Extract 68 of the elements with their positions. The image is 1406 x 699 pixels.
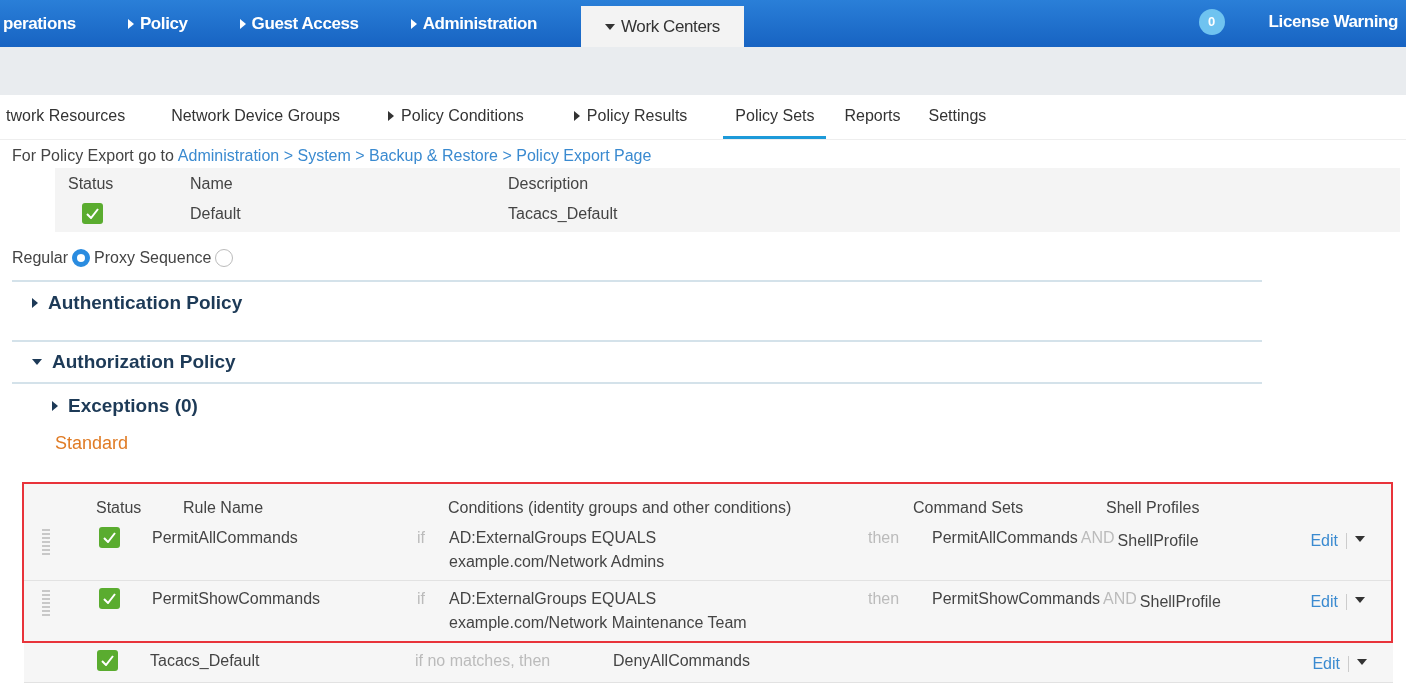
if-label: if [417, 589, 426, 609]
export-note-text: For Policy Export go to [12, 146, 174, 166]
nav-tab[interactable]: Guest Access [231, 0, 359, 47]
nav-tab[interactable]: Policy Sets [723, 95, 827, 139]
then-label: then [868, 528, 901, 548]
rule-name: PermitShowCommands [152, 589, 322, 609]
checkbox[interactable] [97, 650, 118, 671]
condition-text: AD:ExternalGroups EQUALS [449, 528, 658, 548]
then-label: then [868, 589, 901, 609]
column-header: Rule Name [183, 498, 265, 518]
column-header: Name [190, 174, 234, 194]
radio-button[interactable] [72, 249, 91, 267]
nav-tab[interactable]: Administration [402, 0, 537, 47]
condition-text: example.com/Network Admins [449, 552, 666, 572]
and-label: AND [1103, 589, 1137, 609]
radio-button[interactable] [215, 249, 234, 267]
caret-icon[interactable] [1355, 597, 1365, 603]
column-header: Command Sets [913, 498, 1025, 518]
caret-icon[interactable] [1357, 659, 1367, 665]
checkbox[interactable] [99, 588, 120, 609]
column-header: Status [96, 498, 143, 518]
radio-label: Proxy Sequence [94, 248, 212, 268]
drag-handle-icon[interactable] [42, 529, 50, 555]
nav-tab[interactable]: Network Device Groups [159, 95, 353, 139]
caret-icon[interactable] [1355, 536, 1365, 542]
nav-tab[interactable]: twork Resources [0, 95, 138, 139]
rule-name: PermitAllCommands [152, 528, 299, 548]
command-set: PermitAllCommands [932, 528, 1078, 548]
check-icon [103, 593, 116, 604]
checkbox[interactable] [99, 527, 120, 548]
if-label: if [417, 528, 426, 548]
fallback-label: if no matches, then [415, 651, 552, 671]
check-icon [101, 655, 114, 666]
nav-tab[interactable]: Settings [916, 95, 999, 139]
section-header[interactable]: Authorization Policy [12, 340, 1262, 384]
nav-tab[interactable]: perations [0, 0, 76, 47]
nav-tab[interactable]: Policy [119, 0, 188, 47]
and-label: AND [1080, 528, 1115, 548]
condition-text: example.com/Network Maintenance Team [449, 613, 748, 633]
policy-set-name: Default [190, 204, 242, 224]
caret-icon [32, 298, 38, 308]
command-set: PermitShowCommands [932, 589, 1101, 609]
shell-profile: ShellProfile [1117, 531, 1199, 551]
command-set: DenyAllCommands [613, 651, 750, 671]
column-header: Status [67, 174, 115, 194]
nav-tab[interactable]: Work Centers [581, 6, 744, 47]
check-icon [86, 208, 99, 219]
nav-tab[interactable]: Policy Results [561, 95, 700, 139]
column-header: Shell Profiles [1106, 498, 1201, 518]
policy-export-link[interactable]: Administration > System > Backup & Restore > Policy Export Page [177, 144, 652, 168]
caret-icon [32, 359, 42, 365]
checkbox[interactable] [82, 203, 103, 224]
exceptions-header[interactable]: Exceptions (0) [32, 386, 198, 426]
policy-set-description: Tacacs_Default [508, 204, 618, 224]
check-icon [103, 532, 116, 543]
column-header: Conditions (identity groups and other conditions) [448, 498, 793, 518]
standard-label: Standard [55, 432, 130, 455]
rule-name: Tacacs_Default [150, 651, 261, 671]
radio-label: Regular [12, 248, 69, 268]
section-header[interactable]: Authentication Policy [12, 280, 1262, 324]
column-header: Description [508, 174, 590, 194]
shell-profile: ShellProfile [1139, 592, 1221, 612]
license-warning-link[interactable]: License Warning [1260, 0, 1398, 47]
condition-text: AD:ExternalGroups EQUALS [449, 589, 658, 609]
drag-handle-icon[interactable] [42, 590, 50, 616]
nav-tab[interactable]: Reports [832, 95, 913, 139]
caret-icon [52, 401, 58, 411]
nav-tab[interactable]: Policy Conditions [376, 95, 536, 139]
